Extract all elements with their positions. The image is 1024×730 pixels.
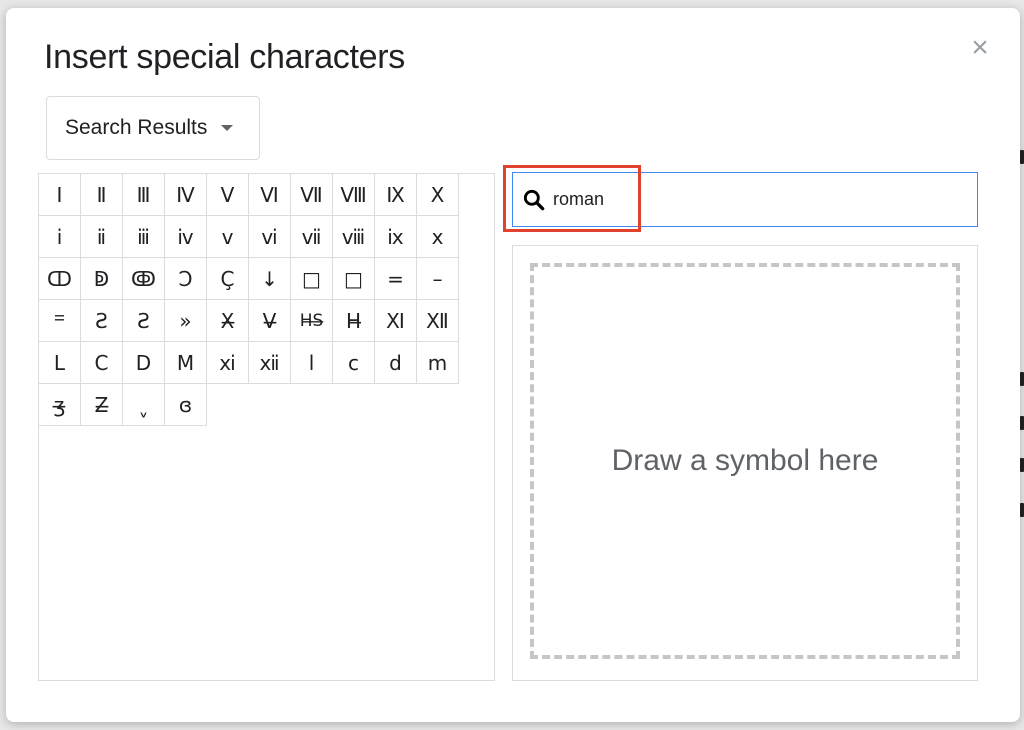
character-cell[interactable]: H̶S̶ [291, 300, 333, 342]
character-cell[interactable]: ↁ [81, 258, 123, 300]
character-cell[interactable]: 𐆐 [39, 300, 81, 342]
close-icon[interactable]: × [966, 33, 994, 63]
character-cell[interactable]: ⅼ [291, 342, 333, 384]
character-cell[interactable]: Ⅽ [81, 342, 123, 384]
character-cell[interactable]: Ⅾ [123, 342, 165, 384]
character-cell[interactable]: Ⅵ [249, 174, 291, 216]
draw-prompt: Draw a symbol here [611, 444, 879, 477]
character-cell[interactable]: ↀ [39, 258, 81, 300]
character-cell[interactable]: ⅾ [375, 342, 417, 384]
character-cell[interactable]: Ƨ [81, 300, 123, 342]
character-cell[interactable]: Ⅶ [291, 174, 333, 216]
character-cell[interactable]: Ⅿ [165, 342, 207, 384]
character-grid-panel: Ⅰ Ⅱ Ⅲ Ⅳ Ⅴ Ⅵ Ⅶ Ⅷ Ⅸ Ⅹⅰ ⅱ ⅲ ⅳ ⅴ ⅵ ⅶ ⅷ ⅸ ⅹ ↀ ↁ ↂ Ↄ Ç ↓ □ □ = – 𐆐 Ƨ Ƨ» X̶ V̶ H̶… [38, 173, 495, 681]
character-cell[interactable]: ↓ [249, 258, 291, 300]
character-cell[interactable]: Ⅱ [81, 174, 123, 216]
character-cell[interactable]: ⅲ [123, 216, 165, 258]
character-cell[interactable]: ⅳ [165, 216, 207, 258]
character-cell[interactable]: Ↄ [165, 258, 207, 300]
character-cell[interactable]: ⅰ [39, 216, 81, 258]
search-field[interactable] [512, 172, 978, 227]
character-cell[interactable]: ⅽ [333, 342, 375, 384]
character-cell[interactable]: » [165, 300, 207, 342]
character-cell[interactable]: Ç [207, 258, 249, 300]
character-cell[interactable]: ⅿ [417, 342, 459, 384]
character-cell[interactable]: ⅴ [207, 216, 249, 258]
character-cell[interactable]: ɞ [165, 384, 207, 426]
character-cell[interactable]: ˬ [123, 384, 165, 426]
character-cell[interactable]: ↂ [123, 258, 165, 300]
character-cell[interactable]: = [375, 258, 417, 300]
character-cell[interactable]: ⅸ [375, 216, 417, 258]
character-cell[interactable]: □ [291, 258, 333, 300]
character-cell[interactable]: ⅶ [291, 216, 333, 258]
character-cell[interactable]: Ⅹ [417, 174, 459, 216]
character-cell[interactable]: ⅹ [417, 216, 459, 258]
character-cell[interactable]: ʒ̶ [39, 384, 81, 426]
category-dropdown[interactable]: Search Results [46, 96, 260, 160]
character-cell[interactable]: Ƨ [123, 300, 165, 342]
character-cell[interactable]: Ⅳ [165, 174, 207, 216]
character-cell[interactable]: ⅵ [249, 216, 291, 258]
character-cell[interactable]: Z̶ [81, 384, 123, 426]
character-cell[interactable]: ⅷ [333, 216, 375, 258]
character-cell[interactable]: H̶ [333, 300, 375, 342]
character-cell[interactable]: V̶ [249, 300, 291, 342]
character-cell[interactable]: ⅱ [81, 216, 123, 258]
category-dropdown-label: Search Results [65, 116, 208, 139]
draw-canvas[interactable]: Draw a symbol here [530, 263, 960, 659]
character-cell[interactable]: ⅺ [207, 342, 249, 384]
character-cell[interactable]: Ⅺ [375, 300, 417, 342]
character-cell[interactable]: Ⅰ [39, 174, 81, 216]
character-cell[interactable]: Ⅲ [123, 174, 165, 216]
character-cell[interactable]: – [417, 258, 459, 300]
character-cell[interactable]: Ⅸ [375, 174, 417, 216]
draw-panel: Draw a symbol here [512, 245, 978, 681]
character-cell[interactable]: X̶ [207, 300, 249, 342]
caret-down-icon [221, 125, 234, 131]
dialog-title: Insert special characters [44, 38, 405, 76]
character-cell[interactable]: Ⅷ [333, 174, 375, 216]
character-cell[interactable]: Ⅼ [39, 342, 81, 384]
search-input[interactable] [553, 189, 933, 210]
character-cell[interactable]: □ [333, 258, 375, 300]
character-cell[interactable]: Ⅻ [417, 300, 459, 342]
character-cell[interactable]: ⅻ [249, 342, 291, 384]
character-grid: Ⅰ Ⅱ Ⅲ Ⅳ Ⅴ Ⅵ Ⅶ Ⅷ Ⅸ Ⅹⅰ ⅱ ⅲ ⅳ ⅴ ⅵ ⅶ ⅷ ⅸ ⅹ ↀ ↁ ↂ Ↄ Ç ↓ □ □ = – 𐆐 Ƨ Ƨ» X̶ V̶ H̶… [39, 174, 494, 426]
search-icon [523, 189, 545, 210]
character-cell[interactable]: Ⅴ [207, 174, 249, 216]
